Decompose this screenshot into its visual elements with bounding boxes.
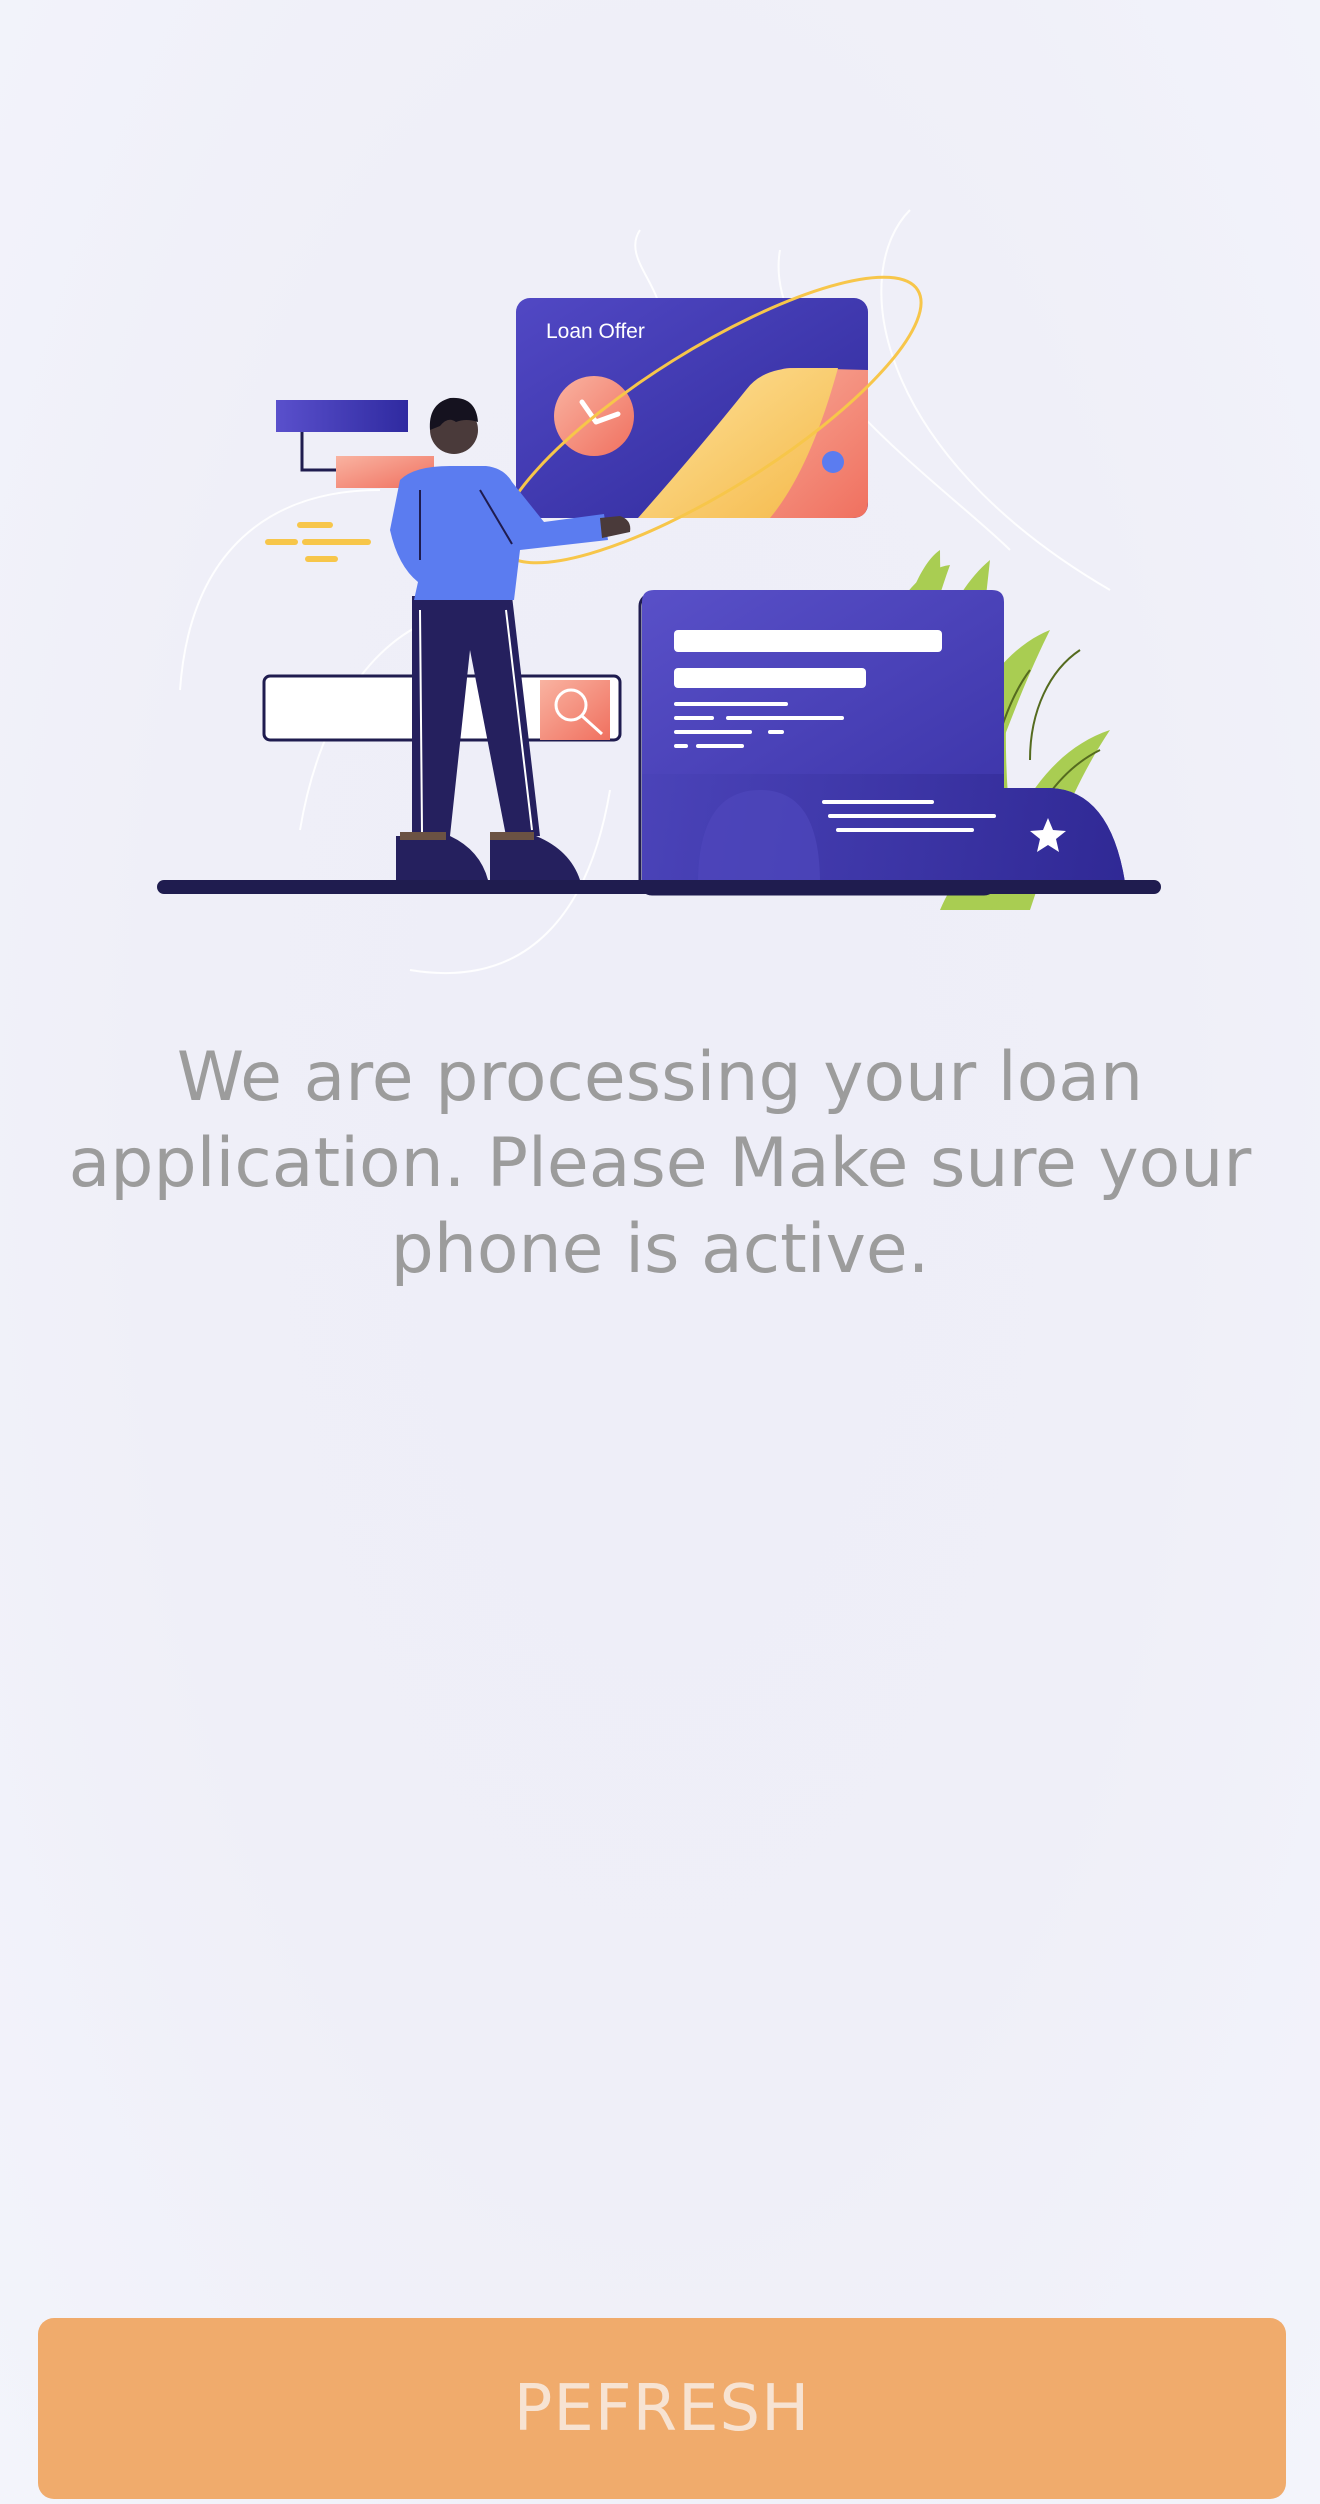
processing-message: We are processing your loan application.… (68, 1038, 1252, 1289)
loan-processing-illustration: Loan Offer (150, 190, 1170, 990)
laptop-graphic (638, 590, 1125, 896)
loan-offer-title: Loan Offer (546, 320, 645, 343)
yellow-dashes (265, 522, 371, 562)
refresh-button[interactable]: PEFRESH (38, 2318, 1286, 2499)
diagram-block-blue (276, 400, 408, 432)
loan-offer-card: Loan Offer (516, 298, 868, 518)
